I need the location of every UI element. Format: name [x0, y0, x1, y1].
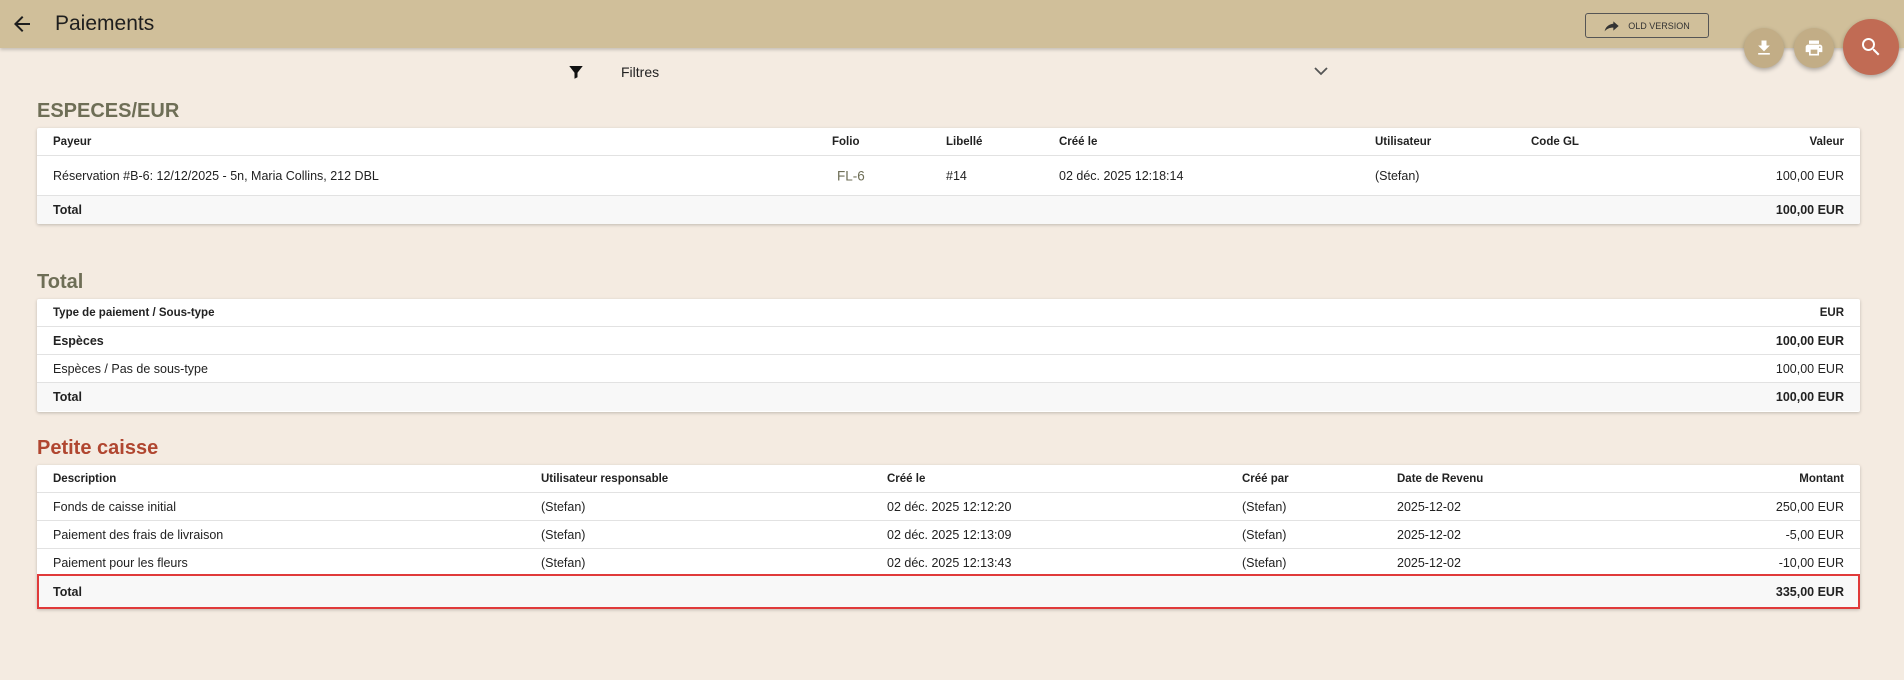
cell-cree-le: 02 déc. 2025 12:13:09: [887, 527, 1012, 542]
cell-cree-par: (Stefan): [1242, 555, 1287, 570]
col-header-currency: EUR: [1819, 306, 1844, 319]
col-header-montant: Montant: [1799, 472, 1844, 485]
share-arrow-icon: [1604, 20, 1619, 31]
total-label: Total: [53, 203, 82, 217]
cell-cree-le: 02 déc. 2025 12:13:43: [887, 555, 1012, 570]
top-app-bar: Paiements OLD VERSION: [0, 0, 1904, 48]
table-header-row: Description Utilisateur responsable Créé…: [37, 465, 1860, 493]
old-version-label: OLD VERSION: [1628, 20, 1690, 31]
table-header-row: Payeur Folio Libellé Créé le Utilisateur…: [37, 128, 1860, 156]
arrow-left-icon: [14, 16, 30, 32]
col-header-date-revenu: Date de Revenu: [1397, 472, 1484, 485]
filter-bar[interactable]: Filtres: [560, 60, 1334, 84]
cell-description: Paiement pour les fleurs: [53, 555, 188, 570]
col-header-valeur: Valeur: [1809, 135, 1844, 148]
cell-utilisateur: (Stefan): [1375, 168, 1420, 183]
back-button[interactable]: [10, 12, 34, 36]
table-row[interactable]: Paiement des frais de livraison (Stefan)…: [37, 521, 1860, 549]
section-title-petite-caisse: Petite caisse: [37, 437, 159, 459]
cell-montant: 250,00 EUR: [1775, 499, 1844, 514]
col-header-utilisateur: Utilisateur responsable: [541, 472, 669, 485]
col-header-payeur: Payeur: [53, 135, 92, 148]
cell-date-revenu: 2025-12-02: [1397, 527, 1461, 542]
filter-funnel-icon: [569, 66, 583, 79]
search-icon: [1862, 38, 1880, 56]
cell-valeur: 100,00 EUR: [1775, 168, 1844, 183]
cell-type: Espèces / Pas de sous-type: [53, 361, 208, 376]
cell-utilisateur: (Stefan): [541, 555, 586, 570]
cell-montant: -5,00 EUR: [1785, 527, 1844, 542]
cell-value: 100,00 EUR: [1775, 361, 1844, 376]
petite-caisse-table: Description Utilisateur responsable Créé…: [37, 465, 1860, 609]
cell-cree-le: 02 déc. 2025 12:18:14: [1059, 168, 1184, 183]
col-header-code-gl: Code GL: [1531, 135, 1579, 148]
total-label: Total: [53, 584, 82, 599]
cell-cree-par: (Stefan): [1242, 499, 1287, 514]
col-header-cree-le: Créé le: [1059, 135, 1098, 148]
section-title-total: Total: [37, 271, 84, 293]
old-version-button[interactable]: OLD VERSION: [1585, 13, 1709, 38]
printer-icon: [1805, 40, 1823, 56]
cell-date-revenu: 2025-12-02: [1397, 555, 1461, 570]
folio-link[interactable]: FL-6: [837, 168, 865, 183]
download-button[interactable]: [1744, 28, 1784, 68]
cell-value: 100,00 EUR: [1775, 333, 1844, 348]
total-value: 100,00 EUR: [1775, 203, 1844, 217]
table-header-row: Type de paiement / Sous-type EUR: [37, 299, 1860, 327]
section-title-especes: ESPECES/EUR: [37, 100, 180, 122]
cell-description: Fonds de caisse initial: [53, 499, 176, 514]
especes-table: Payeur Folio Libellé Créé le Utilisateur…: [37, 128, 1860, 224]
filter-label: Filtres: [621, 64, 660, 80]
cell-payeur: Réservation #B-6: 12/12/2025 - 5n, Maria…: [53, 168, 379, 183]
cell-libelle: #14: [946, 168, 967, 183]
table-row: Espèces 100,00 EUR: [37, 327, 1860, 355]
cell-utilisateur: (Stefan): [541, 527, 586, 542]
search-button[interactable]: [1843, 19, 1899, 75]
col-header-cree-par: Créé par: [1242, 472, 1289, 485]
print-button[interactable]: [1794, 28, 1834, 68]
chevron-down-icon[interactable]: [1314, 66, 1328, 76]
col-header-description: Description: [53, 472, 117, 485]
total-value: 100,00 EUR: [1775, 390, 1844, 404]
col-header-utilisateur: Utilisateur: [1375, 135, 1432, 148]
cell-montant: -10,00 EUR: [1778, 555, 1844, 570]
col-header-cree-le: Créé le: [887, 472, 926, 485]
table-total-row: Total 100,00 EUR: [37, 196, 1860, 224]
col-header-folio: Folio: [832, 135, 860, 148]
col-header-libelle: Libellé: [946, 135, 983, 148]
cell-type: Espèces: [53, 333, 104, 348]
page-title: Paiements: [55, 12, 155, 35]
cell-cree-le: 02 déc. 2025 12:12:20: [887, 499, 1012, 514]
cell-cree-par: (Stefan): [1242, 527, 1287, 542]
table-row[interactable]: Fonds de caisse initial (Stefan) 02 déc.…: [37, 493, 1860, 521]
total-value: 335,00 EUR: [1775, 584, 1844, 599]
download-icon: [1758, 40, 1770, 55]
table-row[interactable]: Réservation #B-6: 12/12/2025 - 5n, Maria…: [37, 156, 1860, 196]
table-total-row: Total 100,00 EUR: [37, 383, 1860, 411]
col-header-type: Type de paiement / Sous-type: [53, 306, 215, 319]
cell-utilisateur: (Stefan): [541, 499, 586, 514]
table-row: Espèces / Pas de sous-type 100,00 EUR: [37, 355, 1860, 383]
total-label: Total: [53, 390, 82, 404]
cell-date-revenu: 2025-12-02: [1397, 499, 1461, 514]
total-table: Type de paiement / Sous-type EUR Espèces…: [37, 299, 1860, 412]
table-row[interactable]: Paiement pour les fleurs (Stefan) 02 déc…: [37, 549, 1860, 577]
table-total-row-highlighted: Total 335,00 EUR: [37, 574, 1860, 609]
cell-description: Paiement des frais de livraison: [53, 527, 224, 542]
